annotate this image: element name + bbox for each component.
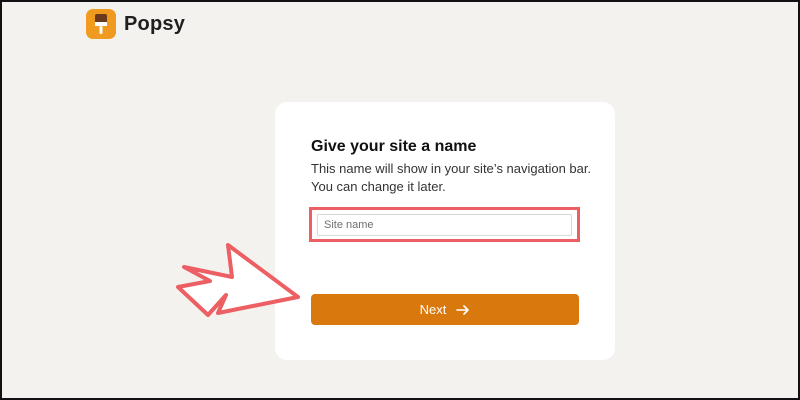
next-button-label: Next <box>419 302 447 317</box>
input-highlight-box <box>309 207 580 242</box>
card-description: This name will show in your site’s navig… <box>311 161 592 194</box>
card-title: Give your site a name <box>311 138 477 155</box>
logo-text: Popsy <box>124 12 186 35</box>
next-button[interactable]: Next <box>311 294 579 325</box>
site-name-input[interactable] <box>317 214 572 236</box>
site-name-card: Give your site a name This name will sho… <box>275 102 615 360</box>
app-logo[interactable]: Popsy <box>86 9 185 39</box>
arrow-right-icon <box>456 304 470 315</box>
popsicle-icon <box>86 9 116 39</box>
pointer-arrow-icon <box>176 243 300 317</box>
